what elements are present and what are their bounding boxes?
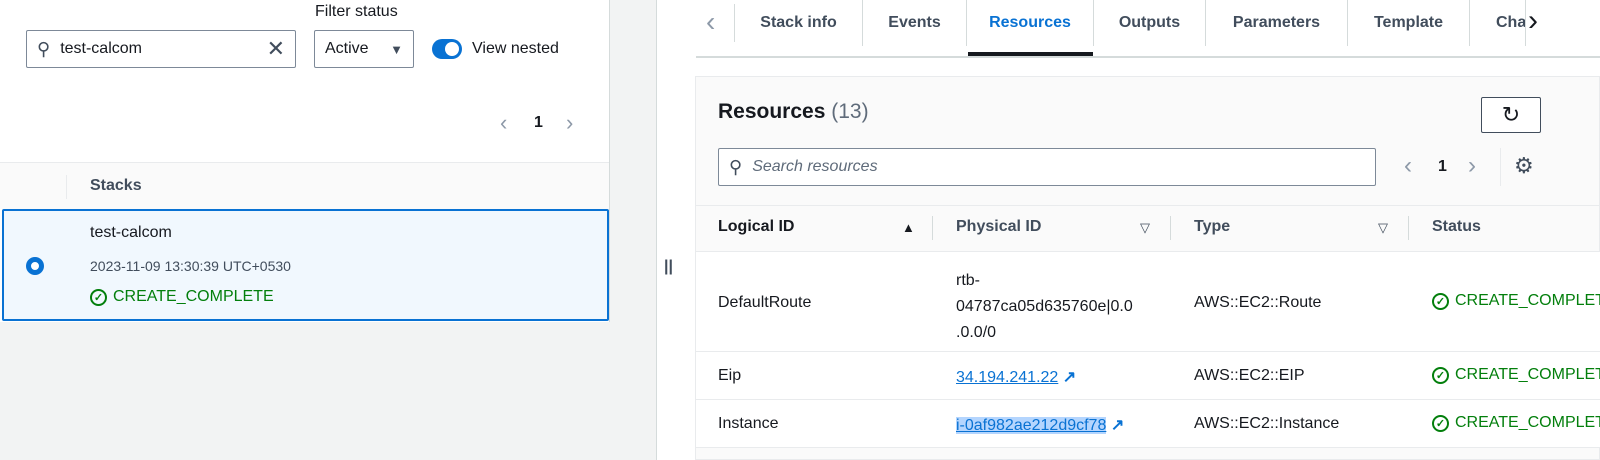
- column-header-physical-id[interactable]: Physical ID: [956, 218, 1041, 236]
- stack-radio[interactable]: [26, 257, 44, 275]
- tab-events[interactable]: Events: [863, 0, 967, 46]
- page-number[interactable]: 1: [534, 114, 543, 132]
- resources-count: (13): [831, 100, 869, 123]
- tab-bar: ‹ Stack info Events Resources Outputs Pa…: [696, 0, 1600, 58]
- resources-heading: Resources (13): [718, 100, 869, 124]
- tab-outputs[interactable]: Outputs: [1094, 0, 1206, 46]
- filter-status-label: Filter status: [315, 3, 398, 20]
- prev-page-icon[interactable]: ‹: [1404, 152, 1412, 180]
- prev-page-icon[interactable]: ‹: [500, 110, 507, 136]
- tab-change-sets[interactable]: Cha: [1470, 0, 1526, 46]
- sort-icon[interactable]: ▽: [1140, 220, 1150, 236]
- tabs-scroll-left-icon[interactable]: ‹: [706, 6, 715, 38]
- check-circle-icon: ✓: [1432, 414, 1449, 432]
- status-text: CREATE_COMPLETE: [1455, 292, 1600, 309]
- tab-parameters[interactable]: Parameters: [1206, 0, 1348, 46]
- refresh-button[interactable]: ↻: [1481, 97, 1541, 133]
- stacks-column-header: Stacks: [90, 177, 142, 194]
- physical-id[interactable]: 34.194.241.22: [956, 369, 1058, 386]
- physical-id-link[interactable]: i-0af982ae212d9cf78 ↗: [956, 415, 1124, 435]
- sort-ascending-icon[interactable]: ▲: [902, 220, 915, 235]
- stacks-panel: ⚲ test-calcom ✕ Filter status Active ▼ V…: [0, 0, 610, 322]
- physical-id-line: .0.0/0: [956, 324, 997, 341]
- search-icon: ⚲: [37, 38, 51, 59]
- check-circle-icon: ✓: [1432, 366, 1449, 384]
- search-icon: ⚲: [729, 156, 743, 177]
- resource-type: AWS::EC2::Instance: [1194, 415, 1340, 432]
- search-placeholder: Search resources: [752, 158, 878, 175]
- tab-resources[interactable]: Resources: [967, 0, 1094, 46]
- status-text: CREATE_COMPLETE: [1455, 414, 1600, 431]
- refresh-icon: ↻: [1501, 102, 1521, 127]
- physical-id-link[interactable]: 34.194.241.22 ↗: [956, 367, 1076, 387]
- logical-id: DefaultRoute: [718, 294, 812, 311]
- check-circle-icon: ✓: [1432, 292, 1449, 310]
- external-link-icon[interactable]: ↗: [1111, 417, 1124, 434]
- view-nested-label: View nested: [472, 40, 559, 57]
- next-page-icon[interactable]: ›: [566, 110, 573, 136]
- active-tab-indicator: [968, 52, 1093, 56]
- logical-id: Instance: [718, 415, 779, 432]
- resource-type: AWS::EC2::EIP: [1194, 367, 1305, 384]
- tab-template[interactable]: Template: [1348, 0, 1470, 46]
- table-row: Instance i-0af982ae212d9cf78 ↗ AWS::EC2:…: [696, 400, 1600, 448]
- check-circle-icon: ✓: [90, 288, 107, 306]
- filter-status-select[interactable]: Active ▼: [314, 30, 414, 68]
- table-row: DefaultRoute rtb- 04787ca05d635760e|0.0 …: [696, 252, 1600, 352]
- clear-icon[interactable]: ✕: [267, 36, 285, 62]
- column-header-type[interactable]: Type: [1194, 218, 1230, 236]
- resize-handle-icon[interactable]: ||: [664, 258, 673, 276]
- filter-value: Active: [325, 40, 369, 57]
- sort-icon[interactable]: ▽: [1378, 220, 1388, 236]
- search-value: test-calcom: [60, 40, 142, 57]
- page-number[interactable]: 1: [1438, 158, 1447, 176]
- stack-row[interactable]: test-calcom 2023-11-09 13:30:39 UTC+0530…: [2, 209, 609, 321]
- physical-id: rtb- 04787ca05d635760e|0.0 .0.0/0: [956, 268, 1133, 346]
- resource-type: AWS::EC2::Route: [1194, 294, 1322, 311]
- status-text: CREATE_COMPLETE: [1455, 366, 1600, 383]
- resource-status: ✓ CREATE_COMPLETE: [1432, 292, 1600, 310]
- stack-status: ✓ CREATE_COMPLETE: [90, 288, 274, 306]
- stacks-table-header: Stacks: [0, 162, 609, 209]
- stack-name: test-calcom: [90, 224, 172, 241]
- logical-id: Eip: [718, 367, 742, 384]
- view-nested-toggle[interactable]: [432, 39, 462, 59]
- caret-down-icon: ▼: [390, 41, 403, 57]
- search-resources-input[interactable]: ⚲ Search resources: [718, 148, 1376, 186]
- tab-stack-info[interactable]: Stack info: [735, 0, 863, 46]
- physical-id-line: 04787ca05d635760e|0.0: [956, 298, 1133, 315]
- resources-title: Resources: [718, 100, 826, 123]
- settings-gear-icon[interactable]: ⚙: [1514, 153, 1534, 179]
- column-header-status[interactable]: Status: [1432, 218, 1481, 236]
- stack-search-input[interactable]: ⚲ test-calcom ✕: [26, 30, 296, 68]
- next-page-icon[interactable]: ›: [1468, 152, 1476, 180]
- stack-timestamp: 2023-11-09 13:30:39 UTC+0530: [90, 258, 291, 274]
- status-text: CREATE_COMPLETE: [113, 288, 274, 305]
- tabs-scroll-right-icon[interactable]: ›: [1528, 4, 1538, 38]
- resource-status: ✓ CREATE_COMPLETE: [1432, 366, 1600, 384]
- physical-id[interactable]: i-0af982ae212d9cf78: [956, 417, 1107, 434]
- external-link-icon[interactable]: ↗: [1063, 369, 1076, 386]
- column-header-logical-id[interactable]: Logical ID: [718, 218, 794, 236]
- physical-id-line: rtb-: [956, 272, 980, 289]
- resource-status: ✓ CREATE_COMPLETE: [1432, 414, 1600, 432]
- table-row: Eip 34.194.241.22 ↗ AWS::EC2::EIP ✓ CREAT…: [696, 352, 1600, 400]
